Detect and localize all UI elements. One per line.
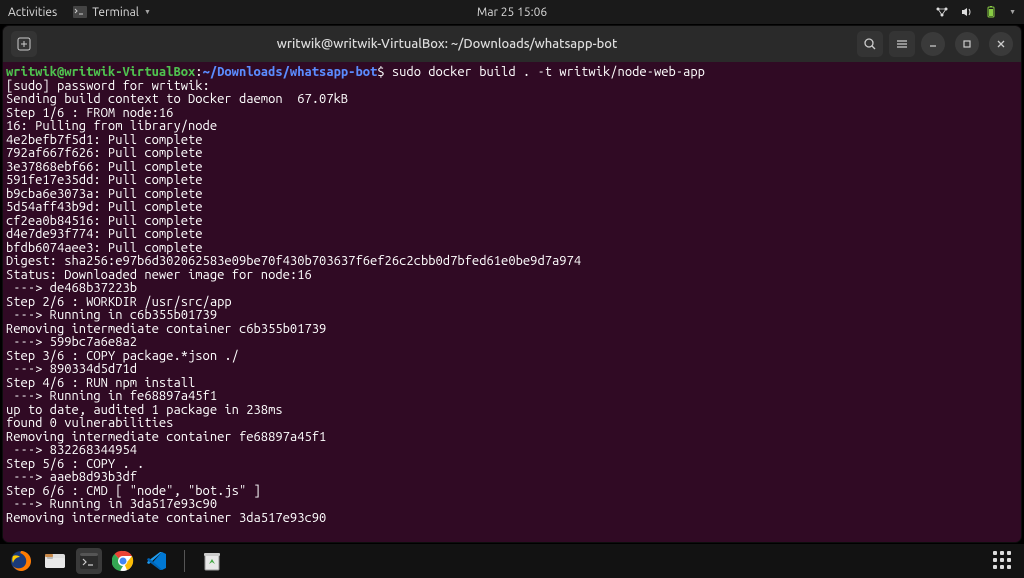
terminal-output-line: Removing intermediate container fe68897a…: [6, 431, 1018, 445]
volume-icon[interactable]: [961, 6, 973, 18]
clock-label: Mar 25 15:06: [477, 6, 547, 19]
dock-chrome[interactable]: [110, 548, 136, 574]
chrome-icon: [112, 550, 134, 572]
search-button[interactable]: [857, 31, 883, 57]
minimize-icon: [928, 39, 938, 49]
terminal-output-line: Sending build context to Docker daemon 6…: [6, 93, 1018, 107]
terminal-window: writwik@writwik-VirtualBox: ~/Downloads/…: [3, 26, 1021, 542]
close-icon: [996, 39, 1006, 49]
app-menu-label: Terminal: [92, 6, 139, 19]
app-menu[interactable]: Terminal ▼: [73, 6, 151, 19]
terminal-output-line: Step 3/6 : COPY package.*json ./: [6, 350, 1018, 364]
terminal-output-line: bfdb6074aee3: Pull complete: [6, 242, 1018, 256]
terminal-output-line: ---> Running in fe68897a45f1: [6, 390, 1018, 404]
terminal-output-line: ---> 890334d5d71d: [6, 363, 1018, 377]
terminal-output-line: ---> aaeb8d93b3df: [6, 471, 1018, 485]
dock-terminal[interactable]: [76, 548, 102, 574]
terminal-output-line: 3e37868ebf66: Pull complete: [6, 161, 1018, 175]
chevron-down-icon: ▼: [144, 8, 151, 16]
search-icon: [863, 37, 877, 51]
dock-firefox[interactable]: [8, 548, 34, 574]
terminal-output-line: Step 6/6 : CMD [ "node", "bot.js" ]: [6, 485, 1018, 499]
terminal-output-line: 16: Pulling from library/node: [6, 120, 1018, 134]
chevron-down-icon[interactable]: ▼: [1009, 8, 1016, 16]
terminal-output-line: Step 4/6 : RUN npm install: [6, 377, 1018, 391]
vscode-icon: [146, 550, 168, 572]
hamburger-icon: [895, 37, 909, 51]
minimize-button[interactable]: [921, 32, 945, 56]
terminal-body[interactable]: writwik@writwik-VirtualBox:~/Downloads/w…: [3, 62, 1021, 542]
titlebar: writwik@writwik-VirtualBox: ~/Downloads/…: [3, 26, 1021, 62]
terminal-output-line: Digest: sha256:e97b6d302062583e09be70f43…: [6, 255, 1018, 269]
terminal-output-line: Removing intermediate container 3da517e9…: [6, 512, 1018, 526]
terminal-output-line: d4e7de93f774: Pull complete: [6, 228, 1018, 242]
activities-button[interactable]: Activities: [8, 6, 57, 19]
terminal-output-line: Removing intermediate container c6b355b0…: [6, 323, 1018, 337]
terminal-output-line: 5d54aff43b9d: Pull complete: [6, 201, 1018, 215]
terminal-output-line: ---> Running in 3da517e93c90: [6, 498, 1018, 512]
close-button[interactable]: [989, 32, 1013, 56]
activities-label: Activities: [8, 6, 57, 19]
firefox-icon: [10, 550, 32, 572]
dock-trash[interactable]: [199, 548, 225, 574]
gnome-top-bar: Activities Terminal ▼ Mar 25 15:06 ▼: [0, 0, 1024, 24]
terminal-output-line: Status: Downloaded newer image for node:…: [6, 269, 1018, 283]
trash-icon: [202, 550, 222, 572]
apps-grid-icon: [993, 551, 1013, 571]
terminal-icon: [73, 6, 87, 18]
battery-icon[interactable]: [985, 6, 997, 18]
window-title: writwik@writwik-VirtualBox: ~/Downloads/…: [43, 37, 851, 51]
terminal-output-line: 4e2befb7f5d1: Pull complete: [6, 134, 1018, 148]
terminal-output-line: cf2ea0b84516: Pull complete: [6, 215, 1018, 229]
dock-vscode[interactable]: [144, 548, 170, 574]
terminal-icon: [80, 553, 98, 569]
dock-files[interactable]: [42, 548, 68, 574]
terminal-output-line: 792af667f626: Pull complete: [6, 147, 1018, 161]
dock-separator: [184, 550, 185, 572]
terminal-output-line: ---> de468b37223b: [6, 282, 1018, 296]
terminal-output-line: Step 2/6 : WORKDIR /usr/src/app: [6, 296, 1018, 310]
menu-button[interactable]: [889, 31, 915, 57]
files-icon: [44, 550, 66, 572]
network-icon[interactable]: [935, 6, 949, 18]
maximize-button[interactable]: [955, 32, 979, 56]
terminal-output-line: up to date, audited 1 package in 238ms: [6, 404, 1018, 418]
show-applications-button[interactable]: [990, 548, 1016, 574]
terminal-output-line: [sudo] password for writwik:: [6, 80, 1018, 94]
new-tab-button[interactable]: [11, 31, 37, 57]
plus-box-icon: [17, 37, 31, 51]
terminal-output-line: ---> Running in c6b355b01739: [6, 309, 1018, 323]
terminal-output-line: b9cba6e3073a: Pull complete: [6, 188, 1018, 202]
dock: [0, 544, 1024, 578]
terminal-output-line: Step 1/6 : FROM node:16: [6, 107, 1018, 121]
terminal-output-line: found 0 vulnerabilities: [6, 417, 1018, 431]
terminal-output-line: ---> 832268344954: [6, 444, 1018, 458]
maximize-icon: [962, 39, 972, 49]
terminal-output-line: ---> 599bc7a6e8a2: [6, 336, 1018, 350]
terminal-output-line: 591fe17e35dd: Pull complete: [6, 174, 1018, 188]
clock[interactable]: Mar 25 15:06: [477, 6, 547, 19]
terminal-output-line: Step 5/6 : COPY . .: [6, 458, 1018, 472]
